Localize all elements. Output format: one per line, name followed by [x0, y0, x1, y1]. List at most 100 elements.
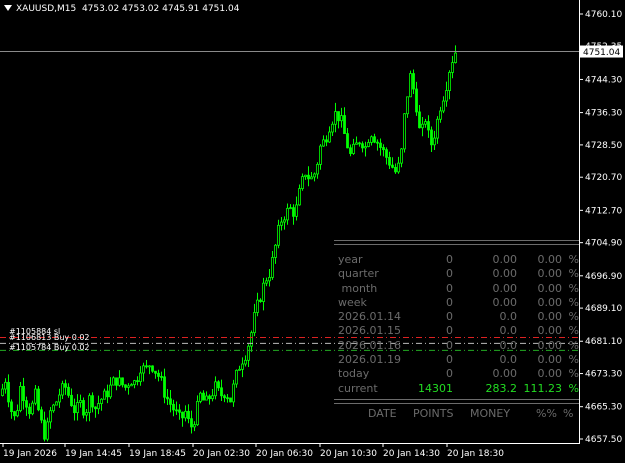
candle-body — [196, 401, 199, 426]
time-tick-label: 19 Jan 14:45 — [65, 449, 122, 459]
candle-body — [280, 221, 283, 226]
price-tick-label: 4720.70 — [585, 173, 622, 183]
candle-body — [448, 72, 451, 91]
row-label: month — [338, 281, 378, 295]
candle-body — [277, 224, 280, 246]
row-sign: % — [568, 295, 579, 309]
stats-bottom-divider — [334, 398, 579, 404]
price-tick-label: 4728.50 — [585, 141, 622, 151]
candle-body — [445, 90, 448, 102]
candle-body — [274, 244, 277, 258]
row-money: 0.0 — [499, 324, 518, 338]
candle-body — [250, 332, 253, 347]
chart-header: XAUUSD,M15 4753.02 4753.02 4745.91 4751.… — [4, 4, 239, 14]
candle-body — [292, 207, 295, 217]
candle-body — [4, 381, 7, 390]
candle-body — [301, 176, 304, 189]
candle-body — [97, 403, 100, 410]
candle-body — [82, 400, 85, 416]
candle-body — [439, 110, 442, 120]
price-tick-label: 4665.30 — [585, 403, 622, 413]
candle-body — [25, 400, 28, 408]
candle-body — [169, 398, 172, 405]
candle-body — [256, 299, 259, 313]
close-value: 4751.04 — [202, 4, 240, 14]
candle-body — [151, 365, 154, 372]
dropdown-triangle-icon[interactable] — [4, 5, 12, 11]
candle-body — [55, 401, 58, 406]
candle-body — [58, 394, 61, 403]
row-sign: % — [568, 381, 579, 395]
candle-body — [199, 392, 202, 402]
row-label: quarter — [338, 267, 379, 281]
candle-body — [364, 146, 367, 149]
price-tick-label: 4712.70 — [585, 206, 622, 216]
candle-body — [94, 406, 97, 410]
row-sign: % — [568, 253, 579, 266]
candle-body — [73, 405, 76, 414]
candle-body — [217, 381, 220, 389]
col-sign: % — [563, 406, 574, 420]
candle-body — [451, 62, 454, 73]
candle-body — [289, 207, 292, 210]
candle-body — [76, 402, 79, 414]
candle-body — [424, 121, 427, 125]
row-money: 0.00 — [492, 281, 518, 295]
price-tick-label: 4696.90 — [585, 272, 622, 282]
high-value: 4753.02 — [122, 4, 160, 14]
candle-body — [106, 390, 109, 398]
candle-body — [67, 386, 70, 396]
candle-body — [355, 142, 358, 145]
candle-body — [430, 129, 433, 146]
candle-body — [142, 365, 145, 374]
candle-body — [268, 277, 271, 282]
row-money: 0.00 — [492, 367, 518, 381]
candle-body — [358, 142, 361, 145]
row-money: 283.2 — [485, 381, 518, 395]
candle-body — [148, 365, 151, 368]
candle-body — [343, 115, 346, 135]
row-points: 0 — [446, 324, 453, 338]
candle-body — [409, 73, 412, 98]
candle-body — [376, 141, 379, 144]
stats-row: 2026.01.15 0 0.0 0.00% — [333, 324, 579, 338]
candle-body — [211, 395, 214, 400]
order-label-buy-2[interactable]: #1105784 Buy 0.02 — [9, 343, 90, 352]
candle-body — [181, 411, 184, 419]
row-points: 0 — [446, 338, 453, 352]
candle-body — [28, 406, 31, 415]
col-points: POINTS — [413, 406, 454, 420]
candle-body — [247, 345, 250, 361]
candle-body — [205, 395, 208, 401]
time-tick-label: 20 Jan 06:30 — [256, 449, 313, 459]
order-label-buy-1[interactable]: #1106813 Buy 0.02 — [9, 333, 90, 342]
candle-body — [319, 145, 322, 165]
candle-body — [184, 410, 187, 419]
row-points: 0 — [446, 267, 453, 281]
row-points: 0 — [446, 353, 453, 367]
candle-body — [412, 73, 415, 90]
candle-body — [163, 376, 166, 398]
stats-row: 2026.01.19 0 0.0 0.00% — [333, 353, 579, 367]
candle-body — [253, 312, 256, 334]
row-pct: 0.00 — [537, 367, 563, 381]
row-sign: % — [568, 281, 579, 295]
row-sign: % — [568, 338, 579, 352]
candle-body — [328, 131, 331, 143]
candle-body — [361, 143, 364, 149]
candle-body — [241, 363, 244, 370]
row-points: 14301 — [418, 381, 453, 395]
row-money: 0.0 — [499, 353, 518, 367]
price-tick-label: 4689.10 — [585, 304, 622, 314]
candle-body — [208, 395, 211, 400]
row-money: 0.00 — [492, 295, 518, 309]
candle-body — [61, 383, 64, 396]
candle-body — [352, 143, 355, 154]
row-pct: 0.00 — [537, 281, 563, 295]
candle-body — [40, 409, 43, 421]
candle-body — [46, 421, 49, 440]
candle-body — [283, 219, 286, 223]
row-points: 0 — [446, 367, 453, 381]
candle-body — [187, 410, 190, 420]
current-price-label: 4751.04 — [583, 48, 620, 58]
